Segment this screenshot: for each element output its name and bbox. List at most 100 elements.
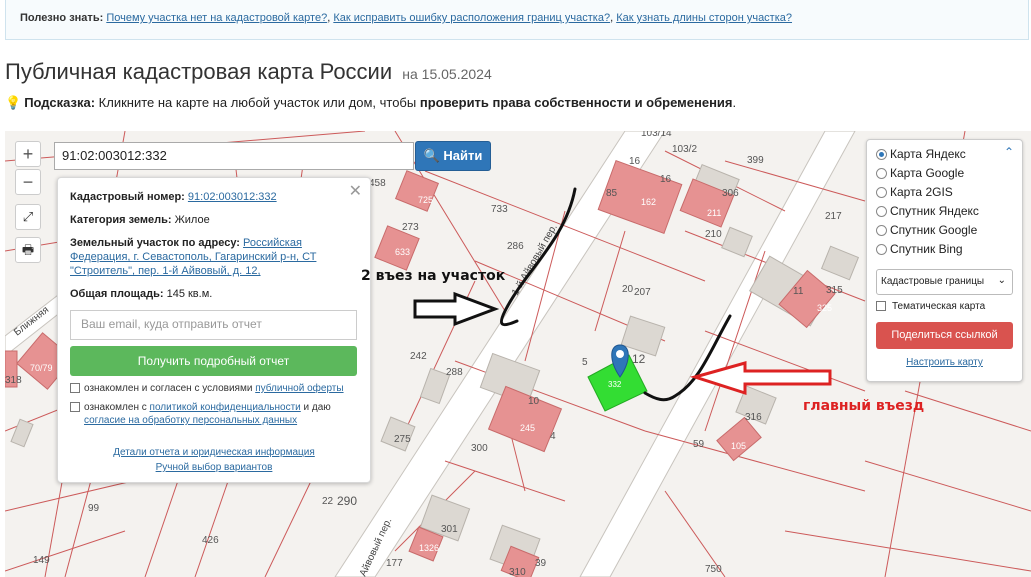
layer-option-bing-satellite[interactable]: Спутник Bing [876, 242, 1013, 261]
svg-text:39: 39 [535, 558, 547, 569]
svg-text:399: 399 [747, 155, 764, 166]
svg-text:149: 149 [33, 555, 50, 566]
svg-text:242: 242 [410, 351, 427, 362]
annotation-main-entry: главный въезд [803, 398, 925, 414]
consent-offer: ознакомлен и согласен с условиями публич… [70, 382, 358, 395]
radio-icon[interactable] [876, 149, 887, 160]
svg-text:300: 300 [471, 443, 488, 454]
radio-icon[interactable] [876, 225, 887, 236]
layer-label: Спутник Яндекс [890, 204, 979, 218]
svg-text:750: 750 [705, 564, 722, 575]
area-row: Общая площадь: 145 кв.м. [70, 287, 358, 301]
svg-text:103/2: 103/2 [672, 144, 697, 155]
svg-text:315: 315 [826, 285, 843, 296]
svg-text:306: 306 [722, 188, 739, 199]
boundaries-select[interactable]: Кадастровые границы ⌄ [876, 269, 1013, 295]
close-icon[interactable]: ✕ [349, 181, 362, 201]
svg-text:426: 426 [202, 535, 219, 546]
cadastral-number-link[interactable]: 91:02:003012:332 [188, 191, 277, 203]
radio-icon[interactable] [876, 168, 887, 179]
layer-option-2gis-map[interactable]: Карта 2GIS [876, 185, 1013, 204]
layer-option-yandex-satellite[interactable]: Спутник Яндекс [876, 204, 1013, 223]
boundaries-select-value: Кадастровые границы [881, 276, 985, 287]
svg-text:273: 273 [402, 222, 419, 233]
svg-text:59: 59 [693, 439, 705, 450]
layer-option-google-map[interactable]: Карта Google [876, 166, 1013, 185]
svg-text:16: 16 [629, 156, 641, 167]
info-link-fix-borders[interactable]: Как исправить ошибку расположения границ… [333, 12, 610, 24]
layer-option-yandex-map[interactable]: Карта Яндекс [876, 147, 1013, 166]
consent-privacy-mid: и даю [300, 402, 331, 413]
svg-text:103/14: 103/14 [641, 131, 672, 139]
search-button[interactable]: 🔍 Найти [415, 141, 491, 171]
consent-privacy: ознакомлен с политикой конфиденциальност… [70, 401, 358, 427]
map-layers-panel: ⌃ Карта Яндекс Карта Google Карта 2GIS С… [866, 139, 1023, 382]
layer-label: Спутник Google [890, 223, 978, 237]
info-prefix: Полезно знать: [20, 12, 104, 24]
svg-text:207: 207 [634, 287, 651, 298]
privacy-policy-link[interactable]: политикой конфиденциальности [150, 402, 301, 413]
address-row: Земельный участок по адресу: Российская … [70, 236, 358, 278]
hint-end: . [732, 95, 737, 110]
page-title-text: Публичная кадастровая карта России [5, 59, 393, 84]
svg-text:22: 22 [322, 496, 334, 507]
thematic-map-toggle[interactable]: Тематическая карта [876, 301, 1013, 312]
info-link-missing-parcel[interactable]: Почему участка нет на кадастровой карте? [106, 12, 327, 24]
svg-text:290: 290 [337, 494, 357, 508]
print-icon[interactable]: 🖶 [15, 237, 41, 263]
cadastral-map[interactable]: 733 286 273 103/14 103/2 16 85 306 210 399 217 3… [5, 131, 1031, 577]
address-label: Земельный участок по адресу: [70, 237, 240, 249]
svg-text:210: 210 [705, 229, 722, 240]
hint: 💡 Подсказка: Кликните на карте на любой у… [5, 95, 736, 111]
layer-label: Карта Google [890, 166, 965, 180]
svg-text:4: 4 [550, 431, 556, 442]
svg-text:16: 16 [660, 174, 672, 185]
zoom-in-button[interactable]: + [15, 141, 41, 167]
info-bar: Полезно знать: Почему участка нет на кад… [5, 0, 1029, 40]
offer-link[interactable]: публичной оферты [255, 383, 343, 394]
share-link-button[interactable]: Поделиться ссылкой [876, 322, 1013, 349]
report-details-link[interactable]: Детали отчета и юридическая информация [113, 447, 315, 458]
svg-text:211: 211 [707, 208, 721, 218]
svg-text:301: 301 [441, 524, 458, 535]
email-field[interactable]: Ваш email, куда отправить отчет [70, 310, 357, 340]
svg-text:633: 633 [395, 247, 410, 257]
radio-icon[interactable] [876, 206, 887, 217]
svg-text:310: 310 [509, 567, 526, 577]
manual-select-link[interactable]: Ручной выбор вариантов [156, 462, 273, 473]
land-category-value: Жилое [174, 214, 210, 226]
zoom-out-button[interactable]: − [15, 169, 41, 195]
layer-option-google-satellite[interactable]: Спутник Google [876, 223, 1013, 242]
svg-text:1326: 1326 [419, 543, 439, 553]
radio-icon[interactable] [876, 244, 887, 255]
radio-icon[interactable] [876, 187, 887, 198]
thematic-map-label: Тематическая карта [892, 301, 986, 312]
chevron-down-icon: ⌄ [997, 275, 1006, 286]
personal-data-link[interactable]: согласие на обработку персональных данны… [84, 415, 297, 426]
info-link-side-lengths[interactable]: Как узнать длины сторон участка? [616, 12, 792, 24]
svg-text:733: 733 [491, 204, 508, 215]
svg-text:11: 11 [793, 286, 804, 297]
layer-label: Карта 2GIS [890, 185, 953, 199]
svg-text:99: 99 [88, 503, 100, 514]
get-report-button[interactable]: Получить подробный отчет [70, 346, 357, 376]
svg-text:288: 288 [446, 367, 463, 378]
popup-footer: Детали отчета и юридическая информация Р… [70, 445, 358, 475]
cadastral-number-label: Кадастровый номер: [70, 191, 185, 203]
svg-text:318: 318 [5, 375, 22, 386]
cadastral-search-input[interactable]: 91:02:003012:332 [54, 142, 414, 170]
consent-privacy-checkbox[interactable] [70, 402, 80, 412]
page-title: Публичная кадастровая карта России на 15… [5, 59, 492, 85]
fullscreen-icon[interactable]: ⤢ [15, 204, 41, 230]
thematic-map-checkbox[interactable] [876, 301, 886, 311]
search-button-label: Найти [443, 148, 483, 163]
configure-map-link[interactable]: Настроить карту [876, 357, 1013, 368]
svg-text:177: 177 [386, 558, 403, 569]
svg-text:162: 162 [641, 197, 656, 207]
hint-text: Кликните на карте на любой участок или д… [95, 95, 420, 110]
layer-label: Спутник Bing [890, 242, 963, 256]
svg-text:70/79: 70/79 [30, 363, 53, 373]
svg-text:245: 245 [520, 423, 535, 433]
svg-text:5: 5 [582, 357, 588, 368]
consent-offer-checkbox[interactable] [70, 383, 80, 393]
